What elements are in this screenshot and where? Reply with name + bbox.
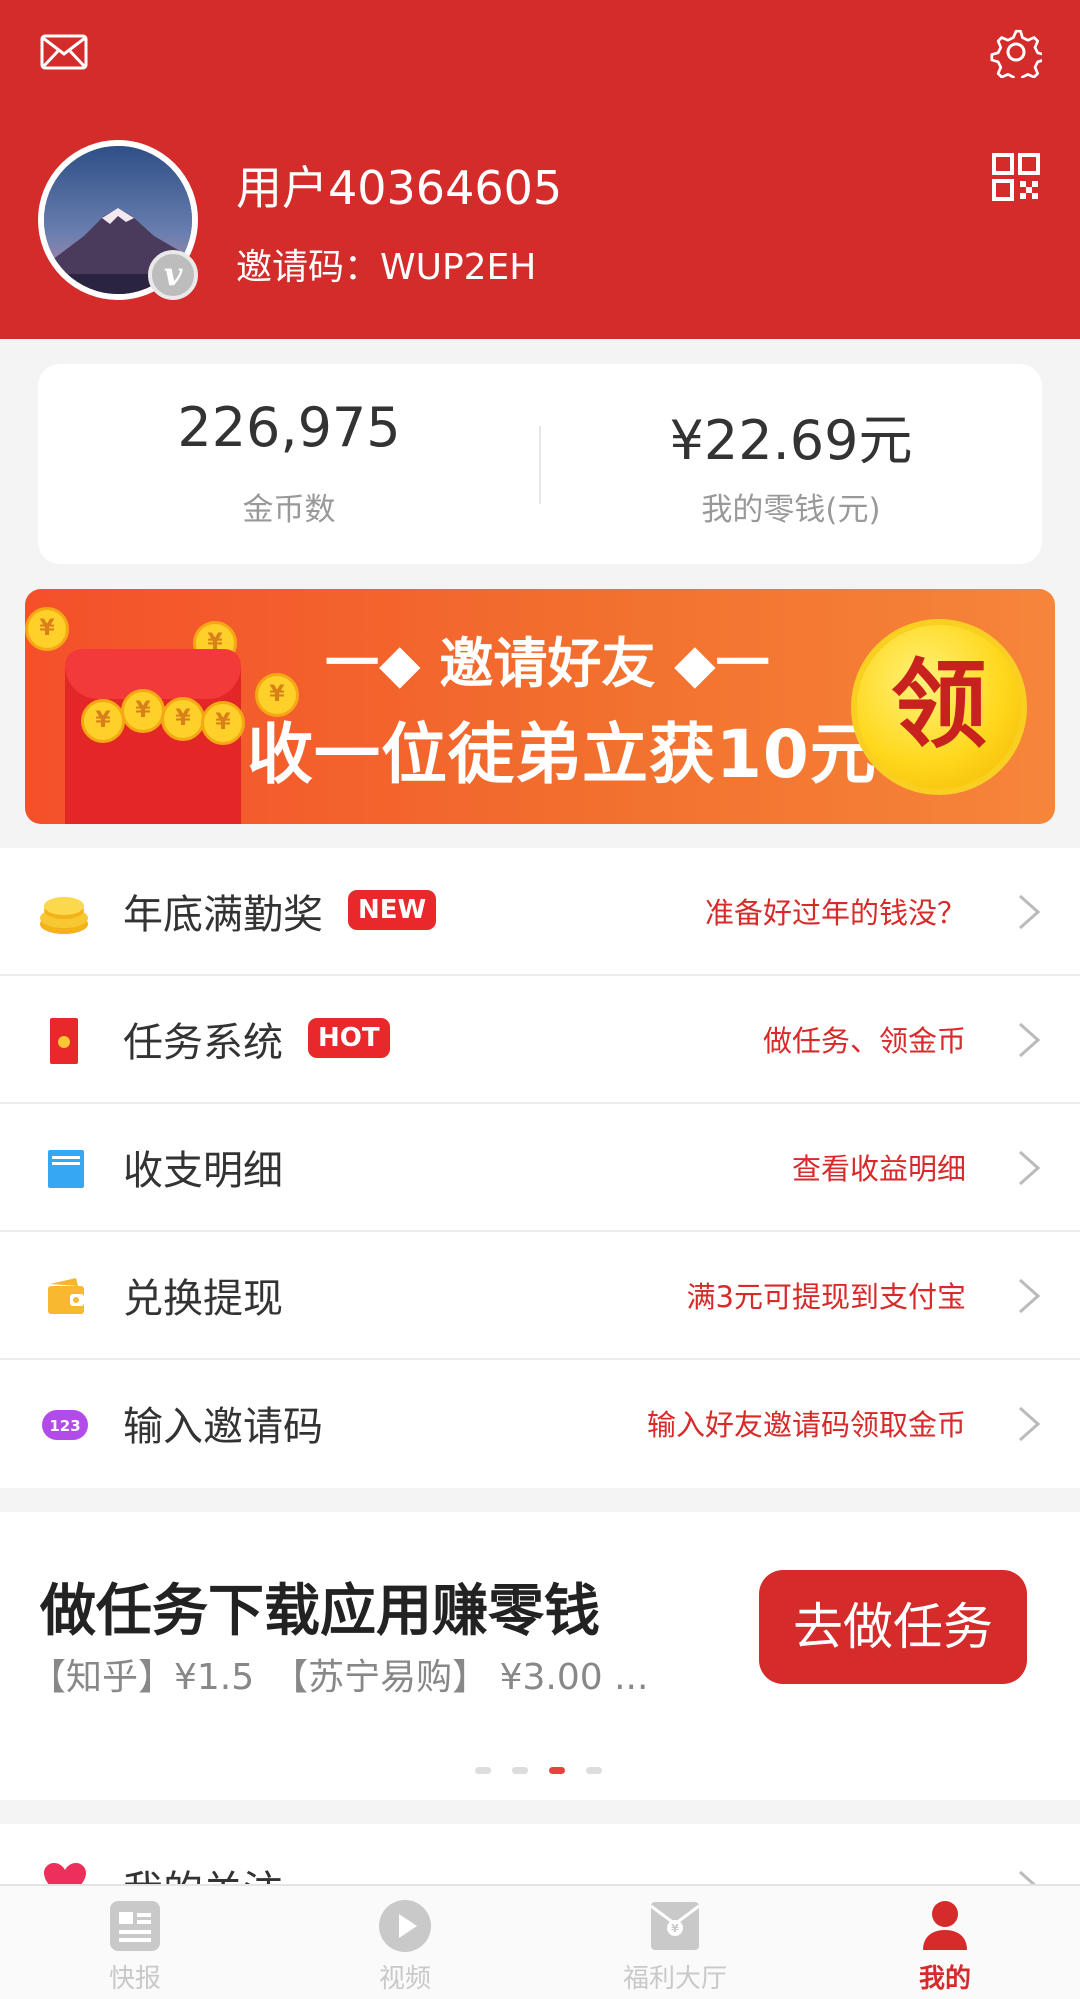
red-envelope-icon bbox=[50, 1018, 78, 1064]
tab-news[interactable]: 快报 bbox=[0, 1886, 270, 1999]
menu-list: 年底满勤奖 NEW 准备好过年的钱没？ 任务系统 HOT 做任务、领金币 收支明… bbox=[0, 848, 1080, 1488]
tab-welfare-hall[interactable]: ¥ 福利大厅 bbox=[540, 1886, 810, 1999]
wallet-stats-card: 226,975 金币数 ¥22.69元 我的零钱(元) bbox=[38, 364, 1042, 564]
number-123-icon: 123 bbox=[42, 1410, 88, 1440]
balance-value[interactable]: ¥22.69元 bbox=[551, 396, 1031, 475]
verified-badge-icon: v bbox=[148, 250, 198, 300]
mail-icon[interactable] bbox=[40, 34, 88, 70]
carousel-dot-active[interactable] bbox=[549, 1767, 565, 1774]
coin-icon: ¥ bbox=[161, 697, 205, 741]
task-card-subtitle: 【知乎】¥1.5 【苏宁易购】 ¥3.00 ... bbox=[30, 1657, 649, 1698]
bottom-tab-bar: 快报 视频 ¥ 福利大厅 我的 bbox=[0, 1884, 1080, 1999]
menu-item-attendance-bonus[interactable]: 年底满勤奖 NEW 准备好过年的钱没？ bbox=[0, 848, 1080, 976]
tab-mine[interactable]: 我的 bbox=[810, 1886, 1080, 1999]
chevron-right-icon bbox=[1019, 1022, 1041, 1058]
news-icon bbox=[110, 1901, 160, 1951]
tab-label: 我的 bbox=[918, 1964, 971, 1994]
menu-item-label: 收支明细 bbox=[123, 1148, 283, 1194]
chevron-right-icon bbox=[1019, 894, 1041, 930]
menu-item-label: 输入邀请码 bbox=[123, 1404, 323, 1450]
invite-code[interactable]: 邀请码：WUP2EH bbox=[236, 238, 536, 290]
coin-icon: ¥ bbox=[25, 607, 69, 651]
svg-text:¥: ¥ bbox=[671, 1922, 679, 1935]
menu-item-hint: 查看收益明细 bbox=[791, 1152, 966, 1186]
menu-item-enter-invite-code[interactable]: 123 输入邀请码 输入好友邀请码领取金币 bbox=[0, 1360, 1080, 1488]
menu-item-withdraw[interactable]: 兑换提现 满3元可提现到支付宝 bbox=[0, 1232, 1080, 1360]
menu-item-hint: 满3元可提现到支付宝 bbox=[686, 1280, 966, 1314]
settings-icon[interactable] bbox=[990, 26, 1042, 78]
chevron-right-icon bbox=[1019, 1150, 1041, 1186]
chevron-right-icon bbox=[1019, 1406, 1041, 1442]
invite-friends-banner[interactable]: ¥ ¥ ¥ ¥ ¥ ¥ ¥ 一◆ 邀请好友 ◆一 收一位徒弟立获10元 领 bbox=[25, 589, 1055, 824]
banner-subtitle: 收一位徒弟立获10元 bbox=[247, 716, 877, 793]
menu-item-hint: 做任务、领金币 bbox=[762, 1024, 966, 1058]
tab-label: 福利大厅 bbox=[622, 1964, 727, 1994]
ledger-icon bbox=[48, 1150, 84, 1188]
username: 用户40364605 bbox=[236, 161, 563, 215]
coin-icon: ¥ bbox=[81, 699, 125, 743]
chevron-right-icon bbox=[1019, 1870, 1036, 1884]
hot-badge: HOT bbox=[308, 1018, 390, 1058]
banner-title: 一◆ 邀请好友 ◆一 bbox=[325, 632, 770, 695]
stats-divider bbox=[539, 426, 541, 504]
carousel-dot[interactable] bbox=[512, 1767, 528, 1774]
new-badge: NEW bbox=[348, 890, 437, 930]
menu-item-hint: 准备好过年的钱没？ bbox=[704, 896, 966, 930]
carousel-dot[interactable] bbox=[586, 1767, 602, 1774]
menu-item-label: 年底满勤奖 bbox=[123, 892, 323, 938]
profile-header: v 用户40364605 邀请码：WUP2EH bbox=[0, 0, 1080, 339]
person-icon bbox=[923, 1901, 967, 1950]
gift-bag-icon: ¥ bbox=[650, 1902, 700, 1950]
coins-label: 金币数 bbox=[242, 492, 336, 528]
balance-label: 我的零钱(元) bbox=[701, 492, 881, 528]
do-task-button[interactable]: 去做任务 bbox=[759, 1570, 1027, 1684]
coins-value[interactable]: 226,975 bbox=[49, 396, 529, 459]
task-card-title: 做任务下载应用赚零钱 bbox=[40, 1579, 600, 1644]
menu-item-transactions[interactable]: 收支明细 查看收益明细 bbox=[0, 1104, 1080, 1232]
menu-item-label: 我的关注 bbox=[123, 1858, 283, 1884]
coin-icon: ¥ bbox=[121, 689, 165, 733]
chevron-right-icon bbox=[1019, 1278, 1041, 1314]
wallet-icon bbox=[48, 1278, 84, 1314]
coins-icon bbox=[40, 897, 88, 934]
menu-item-label: 任务系统 bbox=[123, 1020, 283, 1066]
menu-item-task-system[interactable]: 任务系统 HOT 做任务、领金币 bbox=[0, 976, 1080, 1104]
carousel-dot[interactable] bbox=[475, 1767, 491, 1774]
tab-video[interactable]: 视频 bbox=[270, 1886, 540, 1999]
coin-icon: ¥ bbox=[201, 701, 245, 745]
qr-code-icon[interactable] bbox=[992, 153, 1040, 201]
tab-label: 视频 bbox=[378, 1964, 431, 1994]
menu-item-label: 兑换提现 bbox=[123, 1276, 283, 1322]
claim-button[interactable]: 领 bbox=[851, 619, 1027, 795]
menu-item-hint: 输入好友邀请码领取金币 bbox=[646, 1408, 966, 1442]
tab-label: 快报 bbox=[108, 1964, 161, 1994]
heart-icon bbox=[44, 1863, 86, 1884]
play-icon bbox=[379, 1900, 431, 1952]
svg-text:123: 123 bbox=[49, 1417, 80, 1435]
task-promo-card[interactable]: 做任务下载应用赚零钱 【知乎】¥1.5 【苏宁易购】 ¥3.00 ... 去做任… bbox=[0, 1512, 1080, 1800]
menu-item-my-follows[interactable]: 我的关注 bbox=[0, 1824, 1080, 1884]
